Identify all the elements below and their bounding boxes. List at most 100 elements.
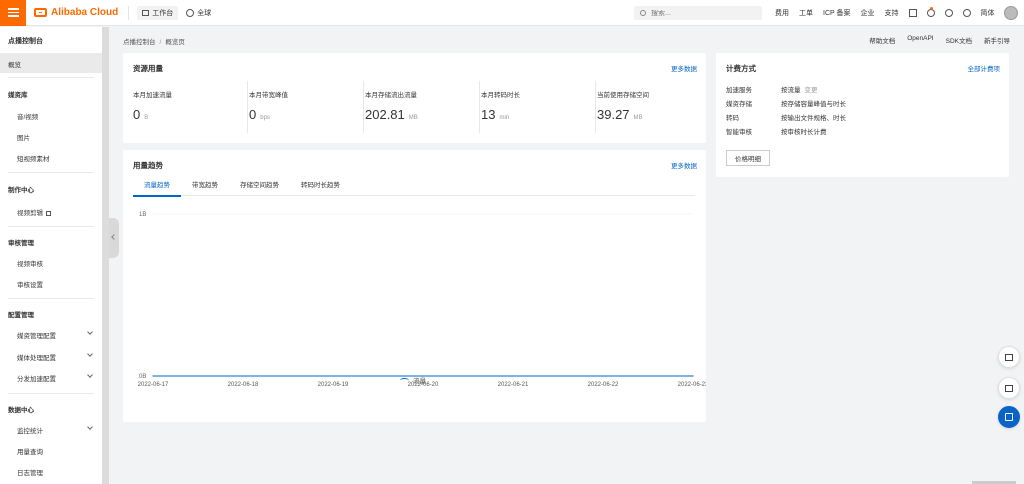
billing-row: 媒资存储 按存储容量峰值与时长 bbox=[726, 98, 846, 108]
more-data-link[interactable]: 更多数据 bbox=[671, 63, 697, 73]
tab-traffic-trend[interactable]: 流量趋势 bbox=[133, 180, 181, 197]
metric-bandwidth-peak: 本月带宽峰值 0 bps bbox=[249, 81, 364, 133]
message-icon[interactable] bbox=[908, 9, 917, 17]
billing-value: 按输出文件规格、时长 bbox=[781, 115, 846, 122]
x-tick-label: 2022-06-19 bbox=[318, 382, 349, 388]
help-icon[interactable] bbox=[962, 9, 971, 17]
region-selector[interactable]: 全球 bbox=[186, 8, 211, 18]
menu-icon[interactable] bbox=[0, 0, 26, 26]
sidebar-title: 点播控制台 bbox=[8, 38, 43, 45]
metric-number: 0 bbox=[249, 107, 257, 122]
x-tick-label: 2022-06-21 bbox=[498, 382, 529, 388]
tab-storage-trend[interactable]: 存储空间趋势 bbox=[229, 180, 290, 196]
sidebar-group-review: 审核管理 bbox=[8, 240, 34, 247]
metric-value: 39.27 MB bbox=[597, 107, 643, 122]
sidebar-item-short-video[interactable]: 短视频素材 bbox=[17, 153, 50, 163]
workbench-button[interactable]: 工作台 bbox=[137, 5, 179, 20]
billing-value: 按存储容量峰值与时长 bbox=[781, 101, 846, 108]
change-link[interactable]: 变更 bbox=[805, 87, 818, 94]
sidebar-group-production: 制作中心 bbox=[8, 187, 34, 194]
search-icon bbox=[640, 10, 646, 16]
more-data-link[interactable]: 更多数据 bbox=[671, 160, 697, 170]
sidebar-item-media-config[interactable]: 媒资管理配置 bbox=[17, 330, 56, 340]
sidebar-group-config: 配置管理 bbox=[8, 312, 34, 319]
sidebar-item-review-settings[interactable]: 审核设置 bbox=[17, 279, 43, 289]
legend-label: 流量 bbox=[413, 378, 426, 385]
sidebar: 点播控制台 概览 媒资库 音/视频 图片 短视频素材 制作中心 视频剪辑 审核管… bbox=[0, 27, 102, 484]
bell-icon[interactable] bbox=[926, 9, 935, 17]
metric-label: 当前使用存储空间 bbox=[597, 92, 649, 99]
metric-number: 13 bbox=[481, 107, 496, 122]
divider bbox=[8, 393, 94, 394]
top-link-support[interactable]: 支持 bbox=[885, 8, 899, 18]
chevron-down-icon[interactable] bbox=[87, 372, 93, 378]
top-link-enterprise[interactable]: 企业 bbox=[861, 8, 875, 18]
top-link-icp[interactable]: ICP 备案 bbox=[823, 8, 851, 18]
tab-bandwidth-trend[interactable]: 带宽趋势 bbox=[181, 180, 229, 196]
data-point bbox=[332, 375, 334, 377]
metric-value: 202.81 MB bbox=[365, 107, 418, 122]
sidebar-item-video-review[interactable]: 视频审核 bbox=[17, 258, 43, 268]
guide-link[interactable]: 新手引导 bbox=[984, 35, 1010, 45]
sidebar-item-processing-config[interactable]: 媒体处理配置 bbox=[17, 352, 56, 362]
help-docs-link[interactable]: 帮助文档 bbox=[869, 35, 895, 45]
language-selector[interactable]: 简体 bbox=[981, 8, 995, 18]
sidebar-item-images[interactable]: 图片 bbox=[17, 132, 30, 142]
sidebar-item-usage[interactable]: 用量查询 bbox=[17, 446, 43, 456]
search-input[interactable] bbox=[651, 9, 751, 17]
breadcrumb-root[interactable]: 点播控制台 bbox=[123, 39, 156, 46]
home-icon bbox=[142, 9, 150, 16]
billing-key: 加速服务 bbox=[726, 87, 752, 94]
sidebar-group-data: 数据中心 bbox=[8, 407, 34, 414]
x-tick-label: 2022-06-17 bbox=[138, 382, 169, 388]
top-link-billing[interactable]: 费用 bbox=[775, 8, 789, 18]
breadcrumb: 点播控制台 / 概览页 bbox=[123, 36, 185, 46]
all-billing-link[interactable]: 全部计费项 bbox=[968, 63, 1001, 73]
metric-unit: MB bbox=[633, 115, 643, 121]
apps-button[interactable] bbox=[998, 406, 1020, 428]
sidebar-collapse-handle[interactable] bbox=[109, 218, 119, 258]
lightbulb-icon[interactable] bbox=[944, 9, 953, 17]
chat-button[interactable] bbox=[998, 377, 1020, 399]
metric-number: 39.27 bbox=[597, 107, 630, 122]
chevron-down-icon[interactable] bbox=[87, 424, 93, 430]
metric-cdn-traffic: 本月加速流量 0B bbox=[133, 81, 248, 133]
sdk-docs-link[interactable]: SDK文档 bbox=[946, 35, 972, 45]
breadcrumb-current: 概览页 bbox=[165, 39, 185, 46]
workbench-label: 工作台 bbox=[152, 9, 174, 17]
billing-value: 按审核时长计费 bbox=[781, 129, 827, 136]
sidebar-item-video-editing[interactable]: 视频剪辑 bbox=[17, 207, 51, 217]
billing-key: 智能审核 bbox=[726, 129, 752, 136]
alibaba-cloud-logo[interactable]: Alibaba Cloud bbox=[34, 7, 118, 18]
metric-value: 0 bps bbox=[249, 107, 270, 122]
x-tick-label: 2022-06-18 bbox=[228, 382, 259, 388]
data-point bbox=[242, 375, 244, 377]
legend-line-icon bbox=[400, 377, 409, 383]
avatar[interactable] bbox=[1004, 6, 1018, 20]
traffic-chart: 0B 1B 2022-06-17 2022-06-18 2022-06-19 2022-0… bbox=[138, 212, 706, 388]
tab-transcode-trend[interactable]: 转码时长趋势 bbox=[290, 180, 351, 196]
divider bbox=[8, 172, 94, 173]
billing-row: 转码 按输出文件规格、时长 bbox=[726, 112, 846, 122]
data-point bbox=[152, 375, 154, 377]
sidebar-item-logs[interactable]: 日志管理 bbox=[17, 467, 43, 477]
sidebar-item-cdn-config[interactable]: 分发加速配置 bbox=[17, 373, 56, 383]
chart-legend[interactable]: 流量 bbox=[400, 375, 426, 385]
sidebar-scrollbar[interactable] bbox=[102, 27, 109, 484]
sidebar-item-overview[interactable]: 概览 bbox=[8, 59, 21, 69]
openapi-link[interactable]: OpenAPI bbox=[907, 35, 933, 45]
chevron-down-icon[interactable] bbox=[87, 351, 93, 357]
sidebar-item-audio-video[interactable]: 音/视频 bbox=[17, 111, 38, 121]
resource-usage-card: 资源用量 更多数据 本月加速流量 0B 本月带宽峰值 0 bps 本月存储流出流量… bbox=[123, 53, 706, 143]
sidebar-item-monitoring[interactable]: 监控统计 bbox=[17, 425, 43, 435]
metric-label: 本月带宽峰值 bbox=[249, 92, 288, 99]
chevron-down-icon[interactable] bbox=[87, 329, 93, 335]
top-link-ticket[interactable]: 工单 bbox=[799, 8, 813, 18]
search-box[interactable] bbox=[634, 6, 762, 20]
edit-feedback-button[interactable] bbox=[998, 346, 1020, 368]
price-details-button[interactable]: 价格明细 bbox=[726, 150, 770, 166]
doc-links: 帮助文档 OpenAPI SDK文档 新手引导 bbox=[869, 35, 1010, 45]
brand-name: Alibaba Cloud bbox=[51, 7, 119, 18]
data-point bbox=[602, 375, 604, 377]
x-tick-label: 2022-06-22 bbox=[588, 382, 619, 388]
